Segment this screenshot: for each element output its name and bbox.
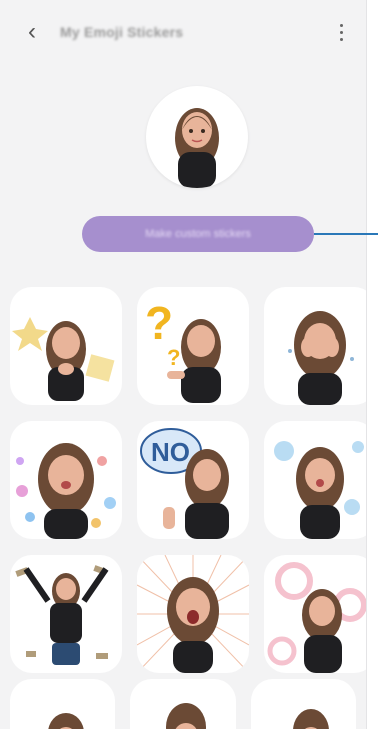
sticker-bubbles-icon (267, 562, 366, 673)
sticker-tile[interactable] (10, 287, 122, 405)
sticker-no-bubble-icon: NO (140, 428, 229, 539)
sticker-partial-icon (48, 713, 84, 729)
sticker-tile[interactable] (264, 287, 366, 405)
sticker-no-text: NO (151, 437, 190, 467)
callout-line (314, 233, 378, 235)
sticker-tile[interactable] (10, 555, 122, 673)
emoji-avatar-icon (175, 108, 219, 188)
sticker-tile[interactable] (264, 421, 366, 539)
sticker-hands-together-icon (12, 317, 115, 401)
sticker-surprised-icon (137, 555, 249, 673)
sticker-grid: ? ? NO (10, 287, 366, 673)
sticker-partial-icon (166, 703, 207, 729)
sticker-tile[interactable] (264, 555, 366, 673)
sticker-tile[interactable] (137, 555, 249, 673)
avatar (146, 86, 248, 188)
sticker-tile[interactable]: NO (137, 421, 249, 539)
sticker-grid-partial-row (10, 679, 356, 729)
sticker-tile[interactable] (10, 679, 116, 729)
sticker-celebration-icon (16, 443, 116, 539)
make-custom-stickers-button[interactable]: Make custom stickers (82, 216, 314, 252)
sticker-tile[interactable] (250, 679, 356, 729)
sticker-tile[interactable] (130, 679, 236, 729)
page-title: My Emoji Stickers (60, 24, 184, 40)
chevron-left-icon: ‹ (28, 18, 36, 45)
more-vertical-icon (339, 23, 343, 41)
app-bar: ‹ My Emoji Stickers (0, 0, 366, 64)
sticker-kiss-icon (274, 441, 364, 539)
make-custom-stickers-label: Make custom stickers (145, 228, 251, 240)
phone-screen: ‹ My Emoji Stickers Make custom stickers (0, 0, 367, 729)
more-options-button[interactable] (326, 14, 356, 50)
svg-text:?: ? (167, 345, 180, 370)
sticker-arms-up-icon (15, 565, 109, 665)
sticker-partial-icon (292, 709, 329, 729)
svg-text:?: ? (145, 297, 173, 349)
sticker-tile[interactable]: ? ? (137, 287, 249, 405)
sticker-tile[interactable] (10, 421, 122, 539)
sticker-hands-on-face-icon (288, 311, 354, 405)
back-button[interactable]: ‹ (12, 12, 52, 52)
sticker-question-marks-icon: ? ? (145, 297, 221, 403)
